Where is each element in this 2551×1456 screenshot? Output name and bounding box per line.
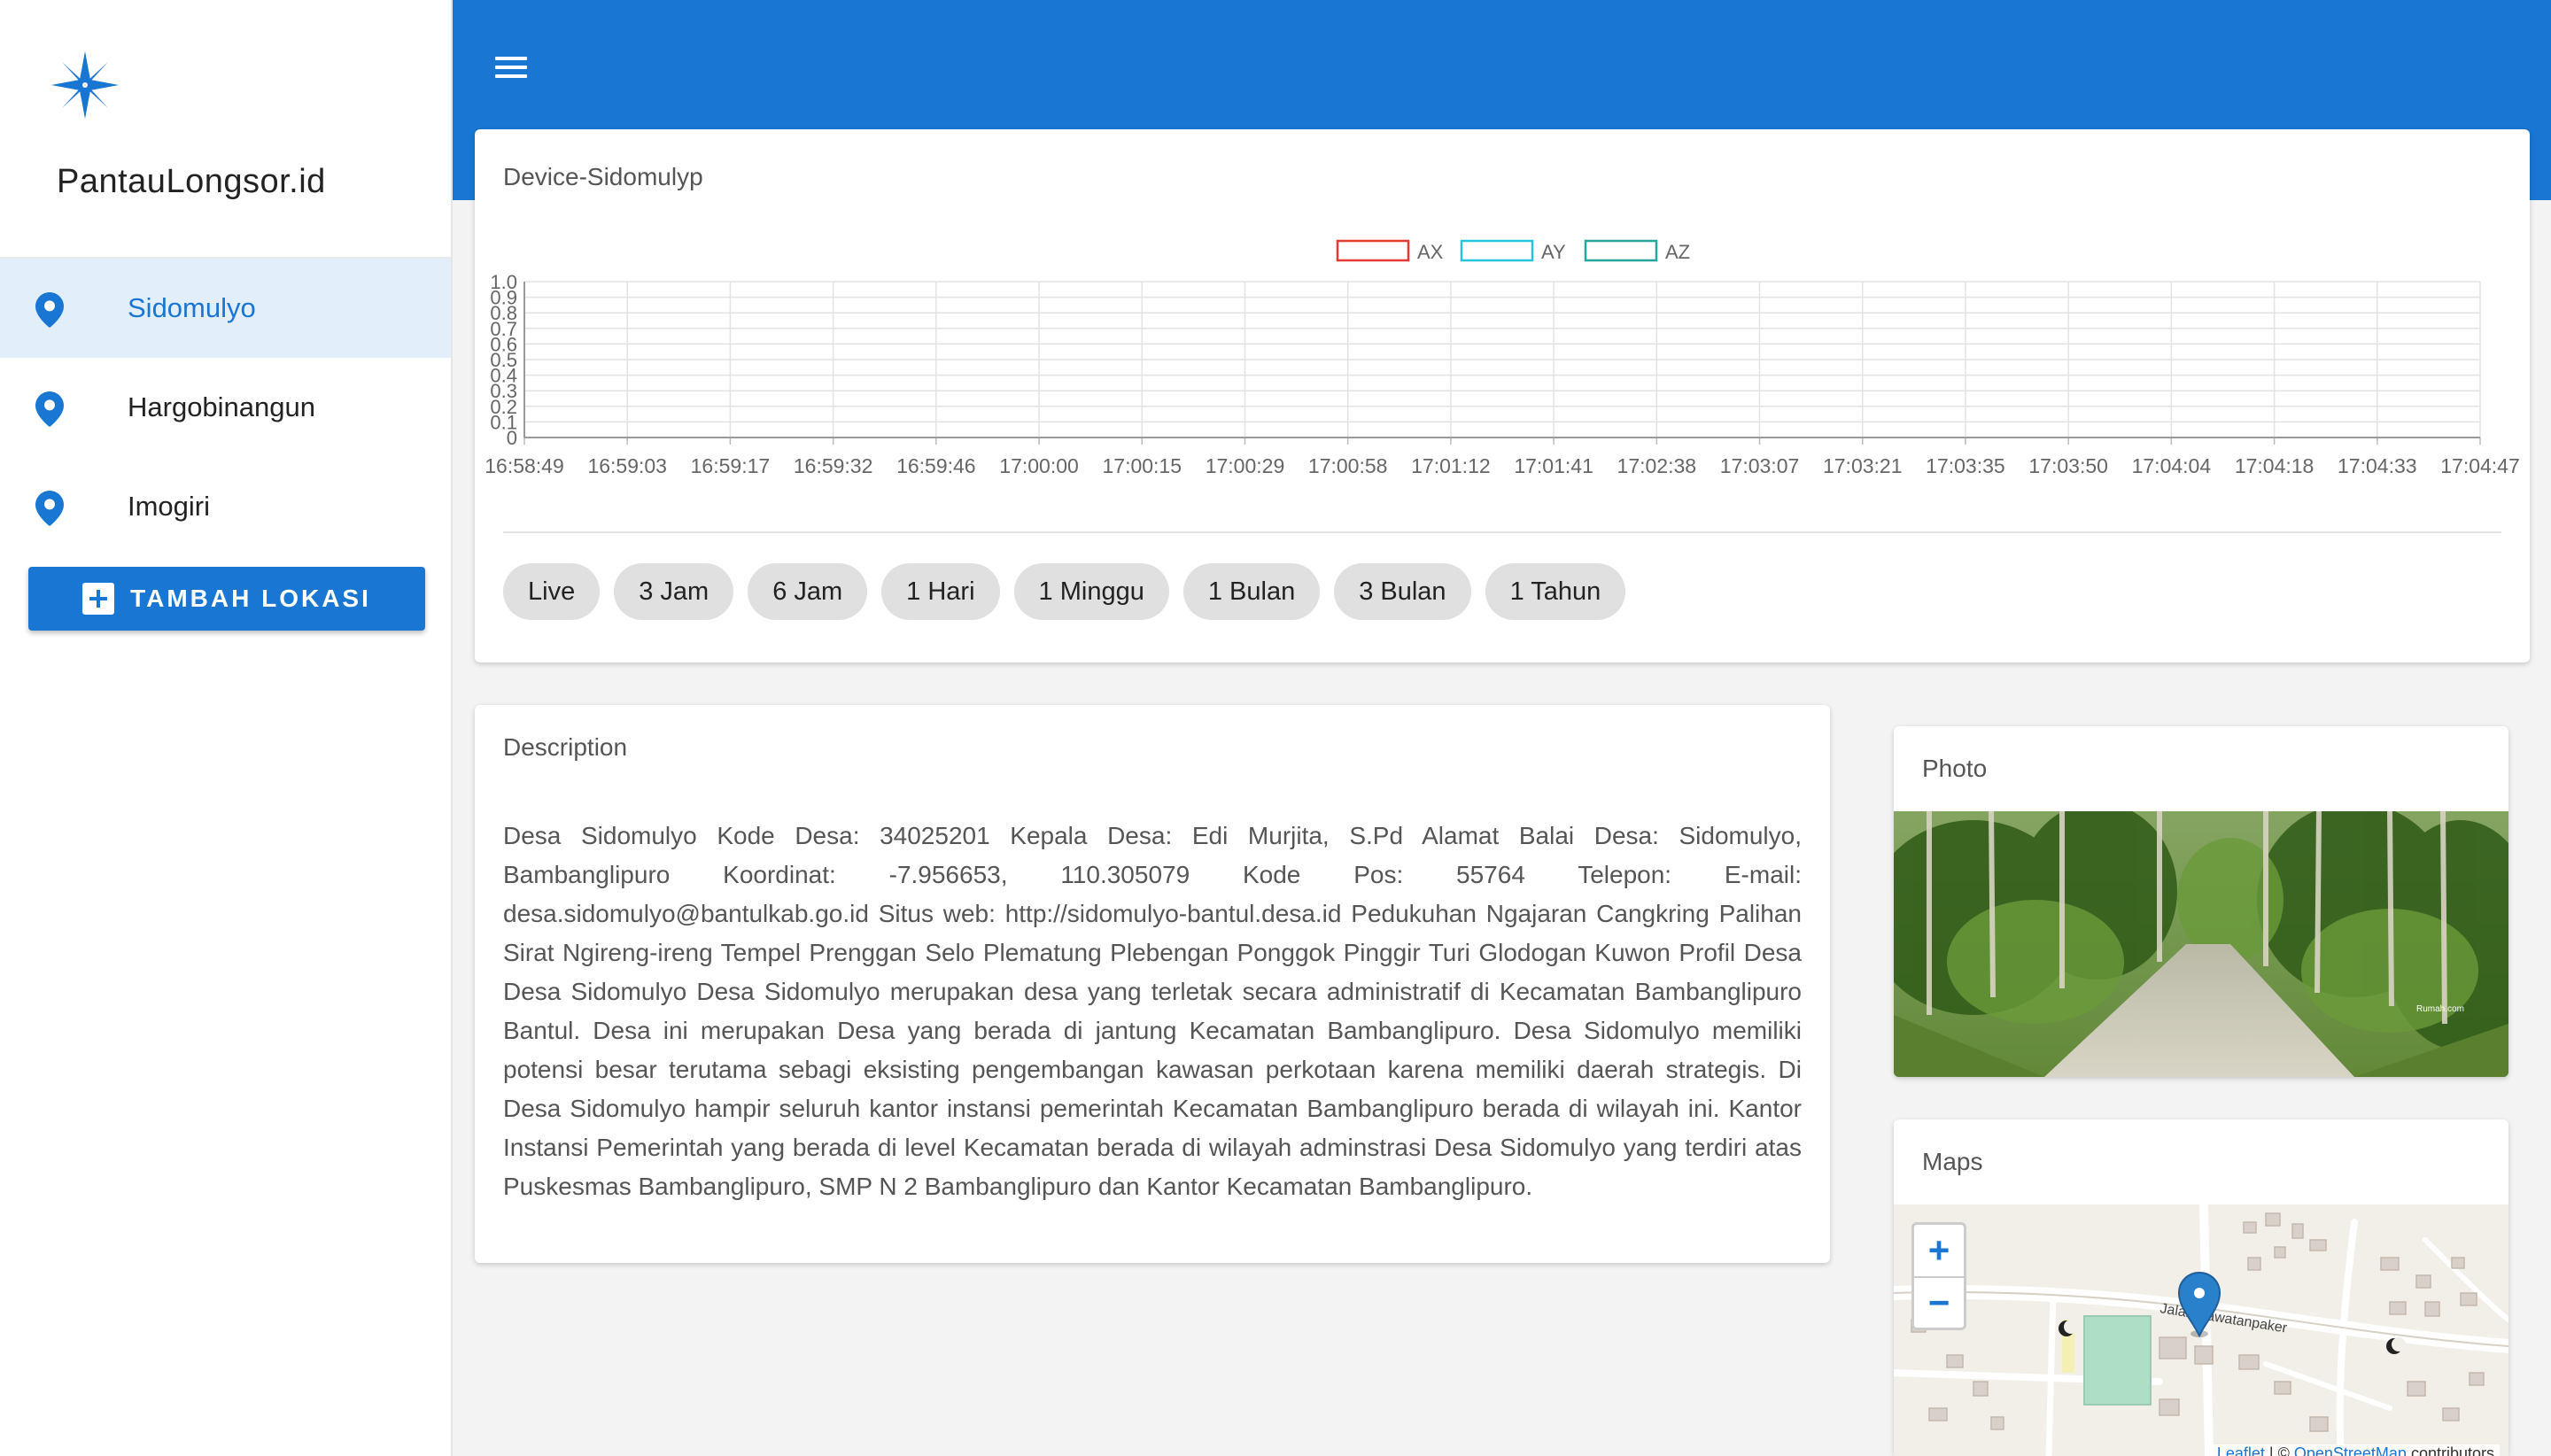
range-chip-1-bulan[interactable]: 1 Bulan: [1182, 563, 1321, 620]
range-chip-3-jam[interactable]: 3 Jam: [614, 563, 734, 620]
x-tick-label: 16:59:03: [587, 454, 667, 477]
map-card: Maps Jalan Pawatanpaker + − Leaflet | © …: [1894, 1119, 2508, 1456]
nav-item-sidomulyo[interactable]: Sidomulyo: [0, 259, 451, 358]
acceleration-chart: AX AY AZ00.10.20.30.40.50.60.70.80.91.016:…: [485, 239, 2520, 477]
range-chip-1-minggu[interactable]: 1 Minggu: [1013, 563, 1169, 620]
range-chip-3-bulan[interactable]: 3 Bulan: [1334, 563, 1471, 620]
x-tick-label: 17:00:29: [1206, 454, 1285, 477]
x-tick-label: 17:03:21: [1823, 454, 1903, 477]
divider: [503, 531, 2501, 533]
map-zoom-control: + −: [1911, 1222, 1966, 1330]
map-view[interactable]: Jalan Pawatanpaker + − Leaflet | © OpenS…: [1894, 1204, 2508, 1456]
range-chip-live[interactable]: Live: [503, 563, 601, 620]
time-range-chips: Live 3 Jam 6 Jam 1 Hari 1 Minggu 1 Bulan…: [503, 563, 1626, 620]
leaflet-link[interactable]: Leaflet: [2217, 1444, 2265, 1456]
legend-label-az: AZ: [1665, 241, 1690, 263]
map-pin-icon: [35, 391, 64, 427]
compass-star-icon: [51, 51, 119, 119]
nav-item-label: Imogiri: [128, 491, 211, 522]
x-tick-label: 17:04:33: [2338, 454, 2417, 477]
location-photo: Rumah.com: [1894, 811, 2508, 1077]
x-tick-label: 17:00:58: [1308, 454, 1388, 477]
photo-watermark: Rumah.com: [2416, 1004, 2464, 1014]
nav-item-imogiri[interactable]: Imogiri: [0, 457, 451, 556]
x-tick-label: 16:59:46: [896, 454, 976, 477]
photo-card: Photo Rumah.com: [1894, 726, 2508, 1077]
map-tiles: Jalan Pawatanpaker: [1894, 1204, 2508, 1456]
description-title: Description: [503, 733, 628, 761]
x-tick-label: 17:03:35: [1926, 454, 2005, 477]
x-tick-label: 17:04:04: [2132, 454, 2212, 477]
add-location-button[interactable]: TAMBAH LOKASI: [28, 567, 425, 631]
y-tick-label: 1.0: [490, 271, 517, 293]
x-tick-label: 17:02:38: [1617, 454, 1697, 477]
x-tick-label: 17:04:18: [2235, 454, 2315, 477]
x-tick-label: 17:03:50: [2028, 454, 2108, 477]
zoom-out-button[interactable]: −: [1914, 1276, 1964, 1328]
description-text: Desa Sidomulyo Kode Desa: 34025201 Kepal…: [503, 822, 1802, 1200]
add-location-label: TAMBAH LOKASI: [130, 585, 371, 612]
map-pin-icon: [35, 292, 64, 328]
map-title: Maps: [1922, 1148, 1983, 1175]
zoom-in-button[interactable]: +: [1914, 1225, 1964, 1276]
nav-item-label: Hargobinangun: [128, 391, 316, 422]
x-tick-label: 16:59:17: [691, 454, 771, 477]
legend-swatch-az: [1584, 239, 1658, 262]
nav-item-label: Sidomulyo: [128, 292, 256, 323]
legend-label-ay: AY: [1541, 241, 1566, 263]
x-tick-label: 17:03:07: [1720, 454, 1800, 477]
x-tick-label: 17:04:47: [2440, 454, 2520, 477]
legend-label-ax: AX: [1417, 241, 1444, 263]
osm-link[interactable]: OpenStreetMap: [2294, 1444, 2407, 1456]
hamburger-menu-icon[interactable]: [485, 43, 538, 92]
photo-title: Photo: [1922, 755, 1988, 782]
range-chip-6-jam[interactable]: 6 Jam: [748, 563, 868, 620]
location-nav: Sidomulyo Hargobinangun Imogiri: [0, 257, 451, 556]
x-tick-label: 16:59:32: [794, 454, 873, 477]
x-tick-label: 17:00:15: [1102, 454, 1182, 477]
map-attribution: Leaflet | © OpenStreetMap contributors: [2211, 1444, 2500, 1456]
brand-name: PantauLongsor.id: [57, 163, 326, 200]
range-chip-1-hari[interactable]: 1 Hari: [881, 563, 1000, 620]
plus-box-icon: [82, 583, 115, 615]
device-chart-card: Device-Sidomulyp AX AY AZ 0 0.1 0.2 0.3 0.4 0.5 0…: [475, 129, 2530, 662]
x-tick-label: 17:00:00: [999, 454, 1079, 477]
sidebar: PantauLongsor.id Sidomulyo Hargobinangun…: [0, 0, 453, 1456]
attribution-separator: | ©: [2264, 1444, 2294, 1456]
description-card: Description Desa Sidomulyo Kode Desa: 34…: [475, 705, 1830, 1263]
range-chip-1-tahun[interactable]: 1 Tahun: [1485, 563, 1626, 620]
x-tick-label: 17:01:41: [1514, 454, 1593, 477]
legend-swatch-ay: [1460, 239, 1534, 262]
legend-swatch-ax: [1336, 239, 1410, 262]
map-pin-icon: [35, 491, 64, 526]
x-tick-label: 17:01:12: [1411, 454, 1491, 477]
nav-item-hargobinangun[interactable]: Hargobinangun: [0, 358, 451, 457]
x-tick-label: 16:58:49: [485, 454, 564, 477]
attribution-suffix: contributors: [2406, 1444, 2494, 1456]
